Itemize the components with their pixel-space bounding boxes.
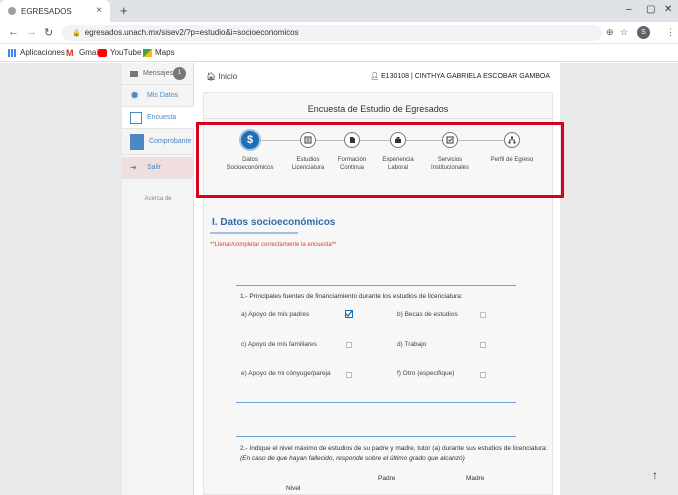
sidebar-item-salir[interactable]: ➜ Salir [122,157,194,179]
question-2-text: 2.- Indique el nivel máximo de estudios … [240,445,548,452]
minimize-icon[interactable]: – [626,4,632,15]
user-name: E130108 | CINTHYA GABRIELA ESCOBAR GAMBO… [381,73,550,80]
tab-title: EGRESADOS [21,6,72,16]
url-text: egresados.unach.mx/sisev2/?p=estudio&i=s… [84,28,299,37]
home-label: Inicio [218,72,238,81]
highlight-box [196,122,564,198]
checkbox-becas[interactable] [480,312,486,318]
youtube-icon [98,48,107,57]
logout-icon: ➜ [130,162,137,172]
sidebar-item-label: Comprobante [149,138,192,145]
column-header-madre: Madre [466,475,485,482]
checkbox-trabajo[interactable] [480,342,486,348]
checkbox-apoyo-padres[interactable] [345,310,353,318]
back-icon[interactable]: ← [8,26,19,38]
sidebar-item-label: Salir [147,164,162,171]
gear-icon: ✹ [130,89,140,102]
bookmark-apps[interactable]: Aplicaciones [8,48,65,57]
question-1-text: 1.- Principales fuentes de financiamient… [240,293,463,300]
option-label: f) Otro (especifique) [397,370,455,377]
profile-avatar[interactable]: S [637,26,650,39]
reload-icon[interactable]: ↻ [44,26,53,39]
bookmark-label: Maps [155,48,175,57]
question-divider [236,285,516,286]
about-link[interactable]: Acerca de [122,196,194,202]
checkbox-apoyo-conyuge[interactable] [346,372,352,378]
browser-tab-bar: EGRESADOS × + – ▢ ✕ [0,0,678,22]
sidebar-item-label: Encuesta [147,114,177,121]
document-icon [130,133,144,150]
sidebar-item-comprobante[interactable]: Comprobante [122,129,194,155]
apps-grid-icon [8,48,17,57]
option-label: a) Apoyo de mis padres [241,311,310,318]
home-link[interactable]: 🏠︎ Inicio [206,72,237,81]
sidebar-item-label: Mis Datos [147,92,179,99]
new-tab-button[interactable]: + [120,3,128,18]
sidebar-item-mis-datos[interactable]: ✹ Mis Datos [122,85,194,107]
favicon-icon [8,7,16,15]
gmail-icon: M [66,47,74,58]
address-bar-row: ← → ↻ 🔒 egresados.unach.mx/sisev2/?p=estu… [0,22,678,44]
zoom-icon[interactable]: ⊕ [606,27,614,38]
home-icon: 🏠︎ [206,72,219,81]
forward-icon[interactable]: → [26,26,37,38]
scroll-up-icon[interactable]: ↑ [652,468,658,482]
section-underline [210,232,298,234]
section-title: I. Datos socioeconómicos [212,217,336,228]
bookmark-label: Aplicaciones [20,48,65,57]
list-icon [130,111,142,124]
bookmarks-bar: Aplicaciones M Gmail YouTube Maps [0,44,678,62]
maximize-icon[interactable]: ▢ [646,4,655,15]
message-count-badge: 1 [173,67,186,80]
sidebar-item-label: Mensajes [143,70,173,77]
envelope-icon [130,70,138,77]
url-input[interactable]: 🔒 egresados.unach.mx/sisev2/?p=estudio&i=… [62,25,602,41]
close-tab-icon[interactable]: × [96,5,102,16]
bookmark-label: Gmail [79,48,100,57]
bookmark-youtube[interactable]: YouTube [98,48,141,57]
option-label: b) Becas de estudios [397,311,458,318]
checkbox-otro[interactable] [480,372,486,378]
close-window-icon[interactable]: ✕ [664,4,672,15]
lock-icon: 🔒 [72,30,81,37]
question-2-note: (En caso de que hayan fallecido, respond… [240,455,465,462]
question-divider [236,402,516,403]
user-info: 👤︎ E130108 | CINTHYA GABRIELA ESCOBAR GA… [370,72,550,80]
star-icon[interactable]: ☆ [620,27,628,38]
maps-icon [143,48,152,57]
bookmark-maps[interactable]: Maps [143,48,175,57]
option-label: e) Apoyo de mi cónyuge/pareja [241,370,331,377]
bookmark-gmail[interactable]: M Gmail [66,48,100,57]
question-divider [236,436,516,437]
warning-text: **Llenar/completar correctamente la encu… [210,242,337,248]
row-header-nivel: Nivel [286,485,301,492]
column-header-padre: Padre [378,475,396,482]
user-icon: 👤︎ [370,73,382,80]
survey-title: Encuesta de Estudio de Egresados [307,104,449,114]
browser-tab[interactable]: EGRESADOS × [0,0,110,22]
sidebar: Mensajes 1 ✹ Mis Datos Encuesta Comproba… [122,63,194,495]
checkbox-apoyo-familiares[interactable] [346,342,352,348]
top-bar: 🏠︎ Inicio 👤︎ E130108 | CINTHYA GABRIELA … [194,70,560,88]
menu-icon[interactable]: ⋮ [666,27,675,38]
divider [205,118,551,119]
option-label: c) Apoyo de mis familiares [241,341,317,348]
sidebar-item-encuesta[interactable]: Encuesta [122,107,194,129]
bookmark-label: YouTube [110,48,142,57]
option-label: d) Trabajo [397,341,427,348]
sidebar-item-mensajes[interactable]: Mensajes 1 [122,63,194,85]
